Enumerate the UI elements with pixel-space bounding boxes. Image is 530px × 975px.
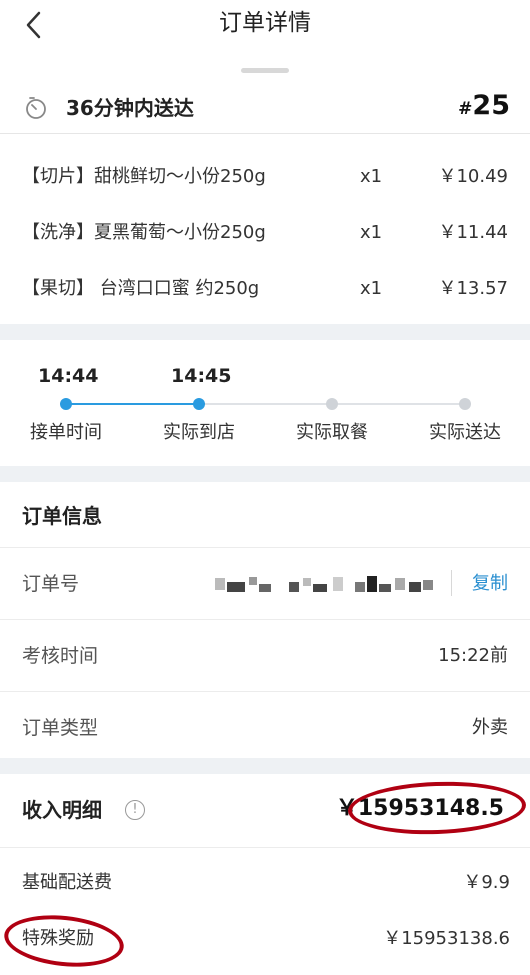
timeline-label: 接单时间	[30, 422, 102, 443]
order-info-section: 订单信息 订单号 复制 考核时间 15:22前 订单类型 外卖	[0, 482, 530, 764]
timeline-time: 14:45	[171, 365, 232, 387]
list-item: 【果切】 台湾口口蜜 约250g x1 ￥13.57	[0, 262, 530, 318]
item-quantity: x1	[360, 166, 383, 187]
copy-divider	[451, 570, 452, 596]
check-time-value: 15:22前	[438, 645, 508, 666]
check-time-row: 考核时间 15:22前	[0, 620, 530, 692]
item-name: 【果切】 台湾口口蜜 约250g	[22, 278, 260, 299]
order-type-row: 订单类型 外卖	[0, 692, 530, 764]
list-item: 【洗净】夏黑葡萄～小份250g x1 ￥11.44	[0, 206, 530, 262]
progress-timeline: 14:44 14:45 接单时间 实际到店 实际取餐 实际送达	[0, 340, 530, 466]
timeline-line-active	[66, 403, 199, 405]
annotation-circle	[347, 778, 527, 838]
income-value: ￥9.9	[463, 872, 510, 893]
timeline-label: 实际到店	[163, 422, 235, 443]
item-name: 【洗净】夏黑葡萄～小份250g	[22, 222, 266, 243]
order-type-label: 订单类型	[22, 717, 99, 739]
order-number: 25	[472, 90, 510, 121]
section-title: 收入明细	[22, 798, 102, 822]
timeline-dot	[60, 398, 72, 410]
copy-button[interactable]: 复制	[472, 570, 508, 598]
info-icon[interactable]: !	[125, 800, 145, 820]
item-price: ￥10.49	[438, 166, 508, 187]
timer-icon	[24, 96, 48, 120]
page-title: 订单详情	[219, 10, 311, 36]
timeline-dot	[326, 398, 338, 410]
section-divider	[0, 466, 530, 482]
income-value: ￥15953138.6	[383, 928, 510, 949]
income-section: 收入明细 ! ￥15953148.5 基础配送费 ￥9.9 特殊奖励 ￥1595…	[0, 774, 530, 973]
timeline-label: 实际取餐	[296, 422, 368, 443]
order-number-row: 订单号 复制	[0, 548, 530, 620]
section-header: 订单信息	[0, 482, 530, 548]
section-title: 订单信息	[22, 504, 102, 528]
income-label: 基础配送费	[22, 872, 112, 893]
item-list: 【切片】甜桃鲜切～小份250g x1 ￥10.49 【洗净】夏黑葡萄～小份250…	[0, 150, 530, 318]
timeline-dot	[459, 398, 471, 410]
drag-handle[interactable]	[241, 68, 289, 73]
delivery-time-text: 36分钟内送达	[66, 96, 194, 120]
delivery-status-row: 36分钟内送达 #25	[0, 82, 530, 134]
item-price: ￥13.57	[438, 278, 508, 299]
timeline-time: 14:44	[38, 365, 99, 387]
section-divider	[0, 758, 530, 774]
timeline-label: 实际送达	[429, 422, 501, 443]
income-header: 收入明细 ! ￥15953148.5	[0, 774, 530, 848]
item-price: ￥11.44	[438, 222, 508, 243]
timeline-dot	[193, 398, 205, 410]
list-item: 【切片】甜桃鲜切～小份250g x1 ￥10.49	[0, 150, 530, 206]
income-row: 基础配送费 ￥9.9	[0, 856, 530, 912]
order-type-value: 外卖	[472, 717, 508, 738]
order-number-label: 订单号	[22, 573, 80, 595]
check-time-label: 考核时间	[22, 645, 99, 667]
section-divider	[0, 324, 530, 340]
annotation-circle	[1, 909, 127, 973]
order-hash: #	[458, 99, 473, 119]
redacted-order-number	[215, 572, 435, 596]
income-row: 特殊奖励 ￥15953138.6	[0, 909, 530, 973]
item-quantity: x1	[360, 222, 383, 243]
item-quantity: x1	[360, 278, 383, 299]
order-sequence-number: #25	[458, 88, 510, 127]
item-name: 【切片】甜桃鲜切～小份250g	[22, 166, 266, 187]
top-bar: 订单详情	[0, 0, 530, 50]
